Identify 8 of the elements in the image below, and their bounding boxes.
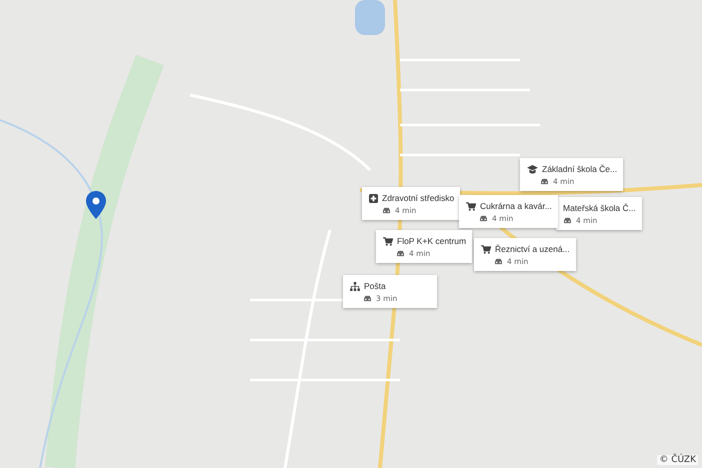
place-name: Pošta	[364, 281, 386, 291]
place-name: Mateřská škola Č...	[563, 203, 636, 213]
place-name: Cukrárna a kavár...	[480, 201, 552, 211]
place-name: Zdravotní středisko	[382, 193, 454, 203]
place-name: Řeznictví a uzená...	[495, 244, 570, 254]
place-name: FloP K+K centrum	[397, 236, 466, 246]
place-name: Základní škola Če...	[542, 164, 618, 174]
map-attribution: © ČÚZK	[657, 455, 698, 465]
